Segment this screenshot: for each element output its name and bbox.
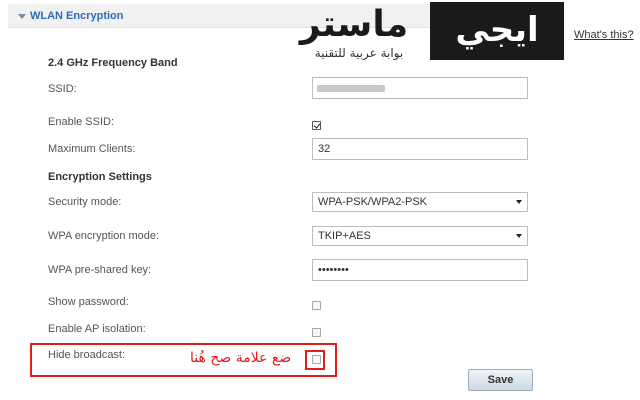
security-mode-value: WPA-PSK/WPA2-PSK	[318, 196, 428, 208]
max-clients-label: Maximum Clients:	[48, 143, 136, 155]
psk-input[interactable]: ••••••••	[312, 259, 528, 281]
wpa-encryption-mode-value: TKIP+AES	[318, 230, 371, 242]
watermark-box-text: ايجي	[455, 10, 539, 50]
show-password-label: Show password:	[48, 296, 129, 308]
watermark-main-text: ماستر	[299, 4, 409, 45]
psk-label: WPA pre-shared key:	[48, 264, 152, 276]
redacted-ssid-value	[317, 85, 385, 92]
enable-ssid-label: Enable SSID:	[48, 116, 115, 128]
ssid-input[interactable]	[312, 77, 528, 99]
annotation-text: ضع علامة صح هُنا	[190, 350, 292, 366]
wpa-encryption-mode-label: WPA encryption mode:	[48, 230, 160, 242]
security-mode-label: Security mode:	[48, 196, 122, 208]
collapse-arrow-icon[interactable]	[18, 14, 26, 19]
whats-this-link[interactable]: What's this?	[574, 29, 634, 41]
enable-ssid-checkbox[interactable]	[312, 121, 321, 130]
frequency-band-heading: 2.4 GHz Frequency Band	[48, 57, 178, 69]
ssid-label: SSID:	[48, 83, 77, 95]
max-clients-input[interactable]: 32	[312, 138, 528, 160]
wpa-encryption-mode-select[interactable]: TKIP+AES	[312, 226, 528, 246]
security-mode-select[interactable]: WPA-PSK/WPA2-PSK	[312, 192, 528, 212]
dropdown-caret-icon	[516, 200, 522, 204]
encryption-settings-heading: Encryption Settings	[48, 171, 152, 183]
site-watermark-logo: ايجي ماستر بوابة عربية للتقنية	[292, 0, 564, 70]
ap-isolation-checkbox[interactable]	[312, 328, 321, 337]
ap-isolation-label: Enable AP isolation:	[48, 323, 146, 335]
show-password-checkbox[interactable]	[312, 301, 321, 310]
watermark-box: ايجي	[430, 2, 564, 60]
save-button[interactable]: Save	[468, 369, 533, 391]
dropdown-caret-icon	[516, 234, 522, 238]
section-title: WLAN Encryption	[30, 10, 124, 22]
hide-broadcast-label: Hide broadcast:	[48, 349, 126, 361]
hide-broadcast-checkbox[interactable]	[312, 355, 321, 364]
watermark-subtitle: بوابة عربية للتقنية	[314, 46, 404, 60]
